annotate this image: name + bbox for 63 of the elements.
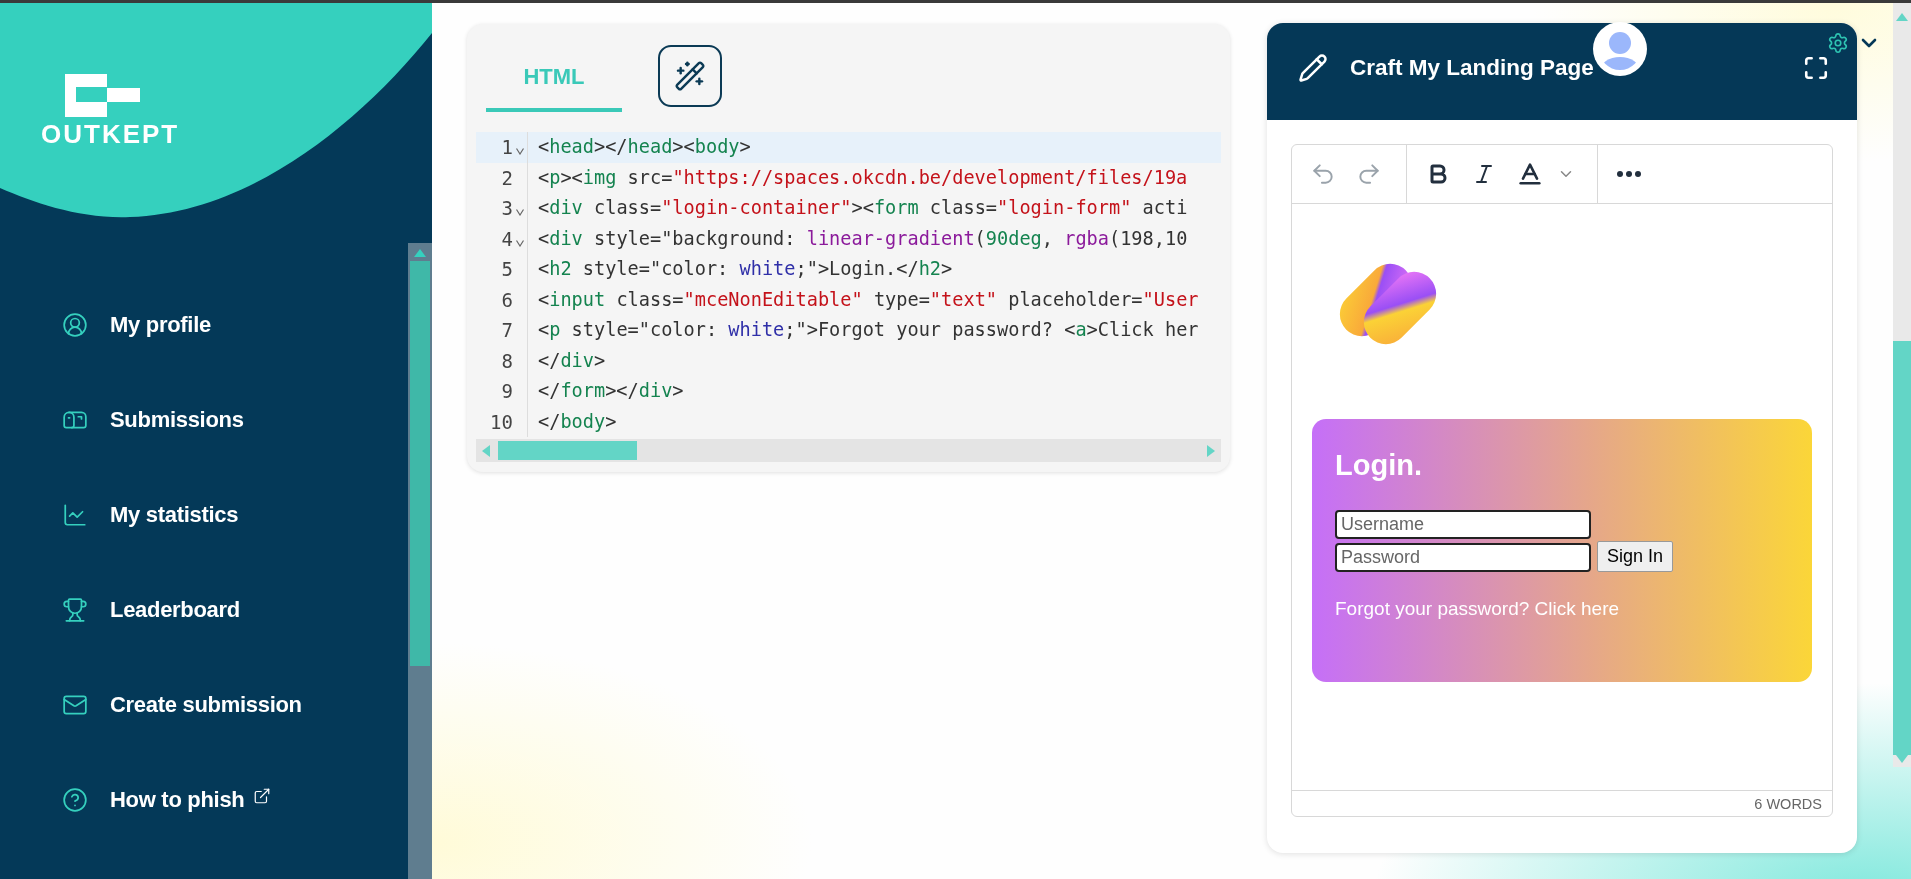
fold-caret-icon[interactable]	[516, 239, 524, 247]
code-line: <p style="color: white;">Forgot your password? <a>Click her	[537, 318, 1200, 342]
nav-icon	[62, 502, 88, 528]
line-number: 5	[501, 258, 513, 281]
undo-icon	[1310, 161, 1336, 187]
settings-button[interactable]	[1827, 32, 1849, 54]
sign-in-button[interactable]: Sign In	[1597, 541, 1674, 572]
line-number: 9	[501, 380, 513, 403]
magic-wand-button[interactable]	[658, 45, 722, 107]
nav-link[interactable]: Submissions	[62, 400, 244, 440]
nav-icon	[62, 312, 88, 338]
line-number: 7	[501, 319, 513, 342]
fullscreen-button[interactable]	[1803, 54, 1829, 81]
magic-wand-icon	[674, 60, 706, 92]
sidebar-scrollbar[interactable]	[408, 243, 432, 879]
line-number: 6	[501, 288, 513, 311]
line-number: 8	[501, 349, 513, 372]
nav-link[interactable]: My profile	[62, 305, 211, 345]
line-number: 4	[501, 227, 513, 250]
code-line: <div style="background: linear-gradient(90deg, rgba(198,10	[537, 226, 1189, 251]
line-number: 10	[490, 410, 513, 433]
fold-caret-icon[interactable]	[516, 209, 524, 216]
fullscreen-icon	[1803, 54, 1829, 81]
nav-link[interactable]: My statistics	[62, 495, 239, 535]
nav-link[interactable]: Leaderboard	[62, 590, 240, 630]
forgot-password-text: Forgot your password? Click here	[1335, 598, 1621, 620]
line-number: 2	[501, 166, 513, 189]
line-number: 1	[501, 136, 513, 159]
password-field[interactable]: Password	[1335, 543, 1591, 572]
nav-icon	[62, 597, 88, 623]
scroll-up-icon[interactable]	[414, 249, 426, 257]
code-line: </div>	[537, 348, 607, 373]
pencil-icon	[1298, 52, 1328, 83]
nav-icon	[62, 787, 88, 813]
redo-icon	[1356, 161, 1382, 187]
avatar-icon[interactable]	[1592, 21, 1648, 77]
username-field[interactable]: Username	[1335, 510, 1591, 539]
scrollbar-thumb[interactable]	[498, 441, 637, 460]
scroll-left-icon[interactable]	[482, 444, 490, 457]
code-line: <input class="mceNonEditable" type="text" placeholder="User	[537, 287, 1200, 312]
nav-link[interactable]: How to phish	[62, 780, 271, 820]
page-scrollbar[interactable]	[1893, 3, 1911, 767]
nav-icon	[62, 692, 88, 718]
logo-icon	[65, 74, 140, 117]
code-line: <h2 style="color: white;">Login.</h2>	[537, 257, 954, 281]
code-line: <div class="login-container"><form class="login-form" acti	[537, 196, 1189, 220]
word-count: 6 WORDS	[1754, 795, 1822, 812]
scrollbar-thumb[interactable]	[410, 261, 430, 666]
login-heading: Login.	[1335, 449, 1423, 482]
logo-text: OUTKEPT	[41, 121, 180, 147]
code-line: </form></div>	[537, 379, 685, 403]
scroll-up-icon[interactable]	[1896, 13, 1908, 21]
scroll-right-icon[interactable]	[1207, 444, 1215, 457]
more-icon	[1617, 171, 1641, 177]
line-number: 3	[501, 197, 513, 220]
text-color-icon	[1516, 160, 1544, 188]
horizontal-scrollbar[interactable]	[476, 439, 1221, 462]
code-line: </body>	[537, 409, 618, 434]
settings-icon	[1827, 32, 1849, 54]
nav-link[interactable]: Create submission	[62, 685, 302, 725]
fold-caret-icon[interactable]	[516, 148, 524, 155]
panel-title: Craft My Landing Page	[1350, 54, 1595, 81]
code-line: <p><img src="https://spaces.okcdn.be/development/files/19a	[537, 165, 1189, 190]
